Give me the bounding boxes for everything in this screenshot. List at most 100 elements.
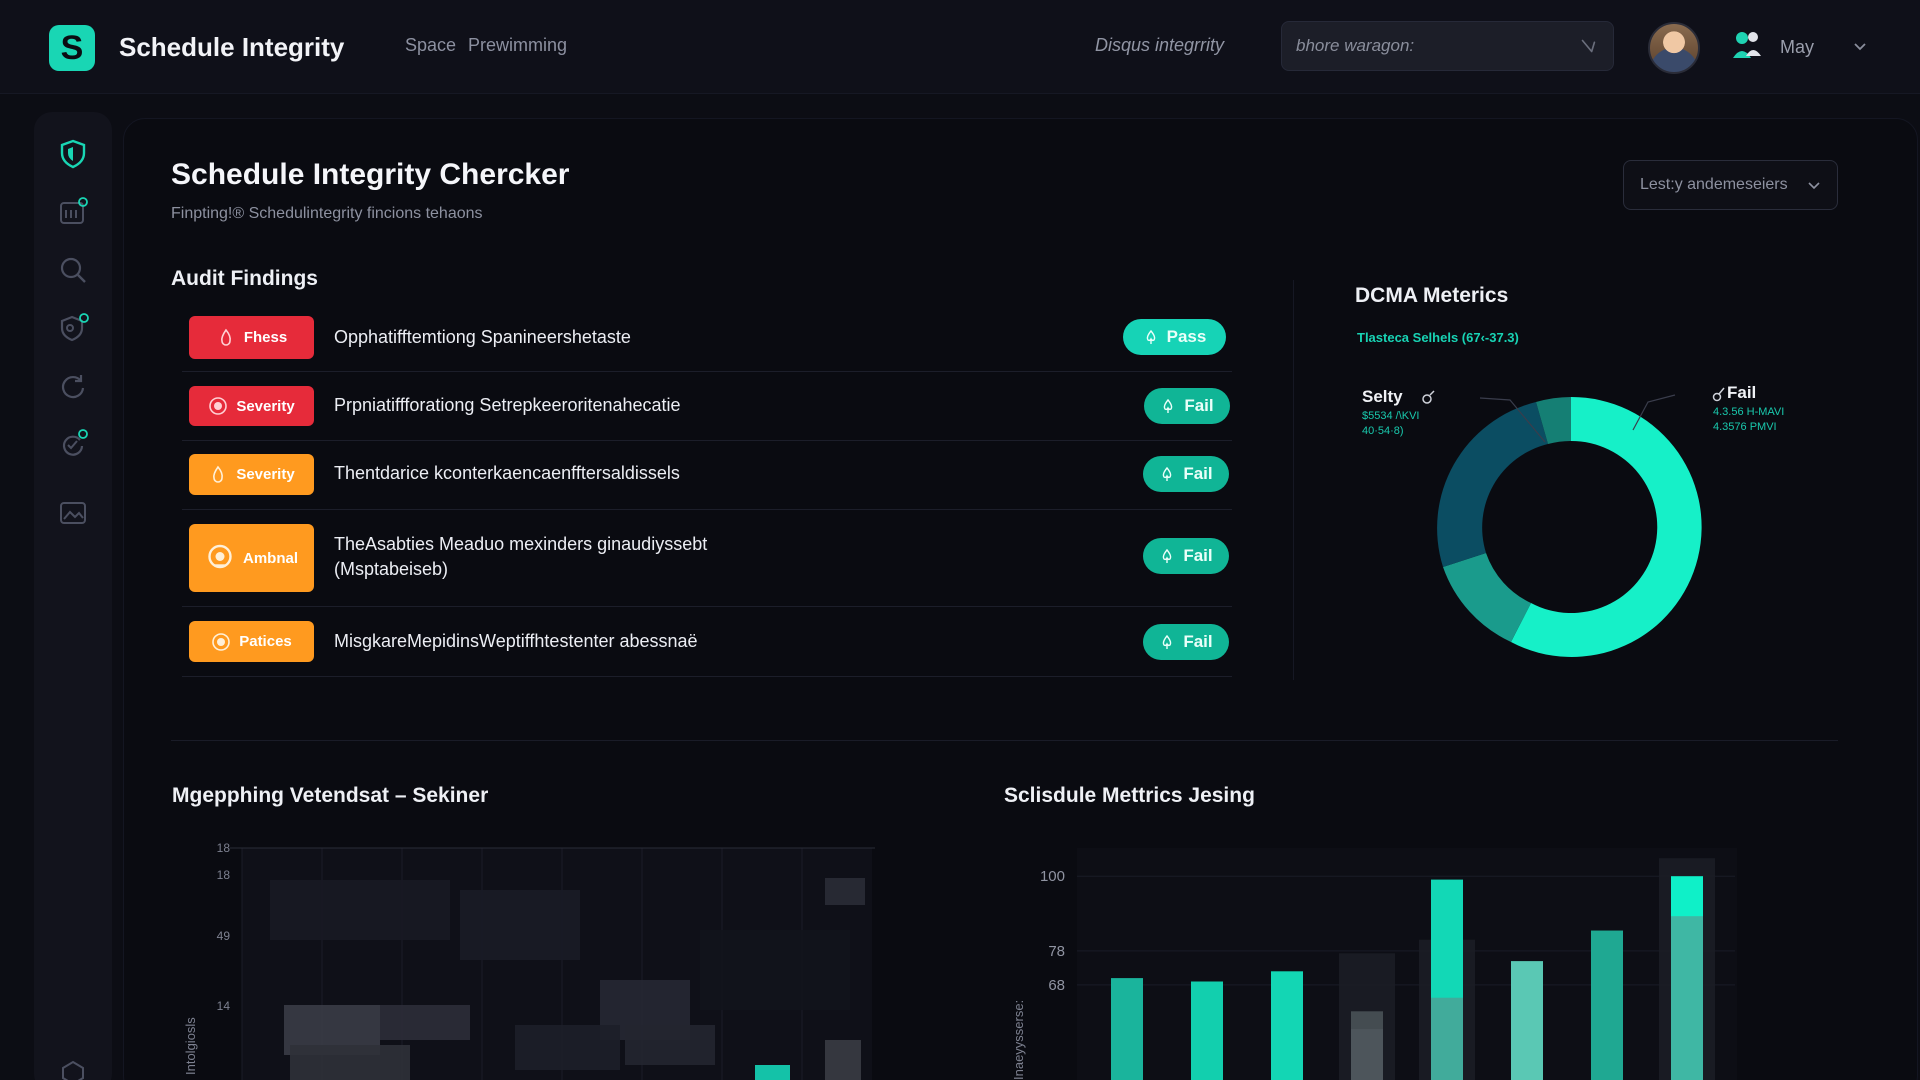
bar-overlay [1431,997,1463,1080]
finding-text: Prpniatiffforationg Setrepkeeroritenahec… [334,393,681,418]
status-fail-badge[interactable]: Fail [1143,538,1229,574]
severity-badge: Severity [189,454,314,495]
page-subtitle: Finpting!® Schedulintegrity fincions teh… [171,205,483,222]
bar [1191,981,1223,1080]
donut-segment-selty[interactable] [1437,402,1548,567]
calendar-check-icon[interactable] [57,196,89,228]
dcma-subtitle: Tlasteca Selhels (67‹-37.3) [1357,330,1519,345]
finding-text-line: Thentdarice kconterkaencaenfftersaldisse… [334,463,680,483]
bar-plot-area [1077,848,1737,1080]
nav-item-space[interactable]: Space [405,35,456,56]
status-fail-badge[interactable]: Fail [1143,624,1229,660]
legend-fail-detail: 4.3.56 H-MAVI 4.3576 PMVI [1713,405,1784,435]
heatmap-cell [825,1040,861,1080]
image-icon[interactable] [57,497,89,529]
y-tick-label: 100 [1040,868,1065,885]
heatmap-cell [380,1005,470,1040]
search-icon[interactable] [57,254,89,286]
flame-icon [220,328,231,346]
y-tick-label: 49 [217,929,231,943]
finding-row[interactable]: Severity Prpniatiffforationg Setrepkeero… [182,372,1232,441]
finding-row[interactable]: Patices MisgkareMepidinsWeptiffhtestente… [182,607,1232,677]
status-label: Fail [1184,396,1214,415]
legend-line: 40·54·8) [1362,425,1404,437]
bar [1511,961,1543,1080]
severity-badge: Severity [189,386,314,426]
shield-icon[interactable] [57,138,89,170]
severity-badge: Patices [189,621,314,662]
top-bar: S Schedule Integrity Space Prewimming Di… [0,0,1920,94]
severity-badge: Fhess [189,316,314,359]
y-axis-label: Inaeyysserse: [1011,1000,1026,1080]
dcma-title: DCMA Meterics [1355,284,1509,307]
chevron-down-icon [1808,182,1820,190]
top-link[interactable]: Disqus integrrity [1095,35,1224,56]
sidebar [34,112,112,1080]
severity-label: Patices [239,633,292,650]
bar-overlay [1671,916,1703,1080]
legend-fail-label: Fail [1727,383,1757,402]
refresh-icon[interactable] [57,370,89,402]
heatmap-chart: 18 18 49 14 Intolgiosls [183,841,875,1080]
chevron-down-icon[interactable] [1852,38,1868,54]
page-title: Schedule Integrity Chercker [171,158,570,191]
app-logo[interactable]: S [49,25,95,71]
sync-check-icon[interactable] [57,428,89,460]
bar-chart-title: Sclisdule Mettrics Jesing [1004,784,1255,807]
bar [1111,978,1143,1080]
legend-line: 4.3576 PMVI [1713,421,1777,433]
finding-row[interactable]: Fhess Opphatifftemtiong Spanineershetast… [182,306,1232,372]
severity-label: Severity [236,466,295,483]
status-label: Fail [1183,464,1213,483]
finding-text: Thentdarice kconterkaencaenfftersaldisse… [334,461,680,486]
bar-chart: 100 78 68 Inaeyysserse: [1011,848,1737,1080]
nav-item-prewimming[interactable]: Prewimming [468,35,567,56]
y-tick-label: 18 [217,841,231,855]
severity-label: Ambnal [242,549,298,567]
status-label: Pass [1166,327,1207,346]
bar [1271,971,1303,1080]
y-axis-label: Intolgiosls [183,1017,198,1075]
flame-icon [213,465,224,483]
top-nav: Space Prewimming [405,35,567,56]
status-fail-badge[interactable]: Fail [1143,456,1229,492]
user-name[interactable]: May [1780,37,1814,58]
severity-label: Fhess [243,329,288,346]
legend-selty-detail: $5534 /\KVI 40·54·8) [1362,409,1420,439]
status-pass-badge[interactable]: Pass [1123,319,1226,355]
finding-row[interactable]: Severity Thentdarice kconterkaencaenffte… [182,441,1232,510]
heatmap-cell [825,878,865,905]
heatmap-cell [700,930,850,1010]
bar [1591,930,1623,1080]
spade-icon [1163,634,1172,649]
bar-overlay [1351,1011,1383,1080]
lock-icon [1422,390,1435,404]
team-icon[interactable] [1730,28,1764,64]
heatmap-title: Mgepphing Vetendsat – Sekiner [172,784,489,807]
finding-text-line: MisgkareMepidinsWeptiffhtestenter abessn… [334,631,698,651]
search-box[interactable] [1281,21,1614,71]
heatmap-cell [270,880,450,940]
spade-icon [1163,548,1172,563]
badge-icon [208,544,232,569]
donut-segment-third[interactable] [1443,553,1531,642]
mic-icon[interactable] [1577,35,1599,57]
status-label: Fail [1183,546,1213,565]
status-fail-badge[interactable]: Fail [1144,388,1230,424]
column-divider [1293,280,1294,680]
shield-alert-icon[interactable] [57,312,89,344]
spade-icon [1146,329,1155,344]
avatar[interactable] [1648,22,1700,74]
severity-badge: Ambnal [189,524,314,592]
y-tick-label: 68 [1048,977,1065,994]
finding-text: MisgkareMepidinsWeptiffhtestenter abessn… [334,629,698,654]
settings-icon[interactable] [57,1057,89,1080]
finding-text: TheAsabties Meaduo mexinders ginaudiysse… [334,532,707,582]
y-tick-label: 78 [1048,943,1065,960]
finding-row[interactable]: Ambnal TheAsabties Meaduo mexinders gina… [182,510,1232,607]
search-input[interactable] [1296,36,1577,56]
finding-text: Opphatifftemtiong Spanineershetaste [334,325,631,350]
legend-selty-label: Selty [1362,387,1403,406]
heatmap-cell [460,890,580,960]
filter-select[interactable]: Lest:y andemeseiers [1623,160,1838,210]
